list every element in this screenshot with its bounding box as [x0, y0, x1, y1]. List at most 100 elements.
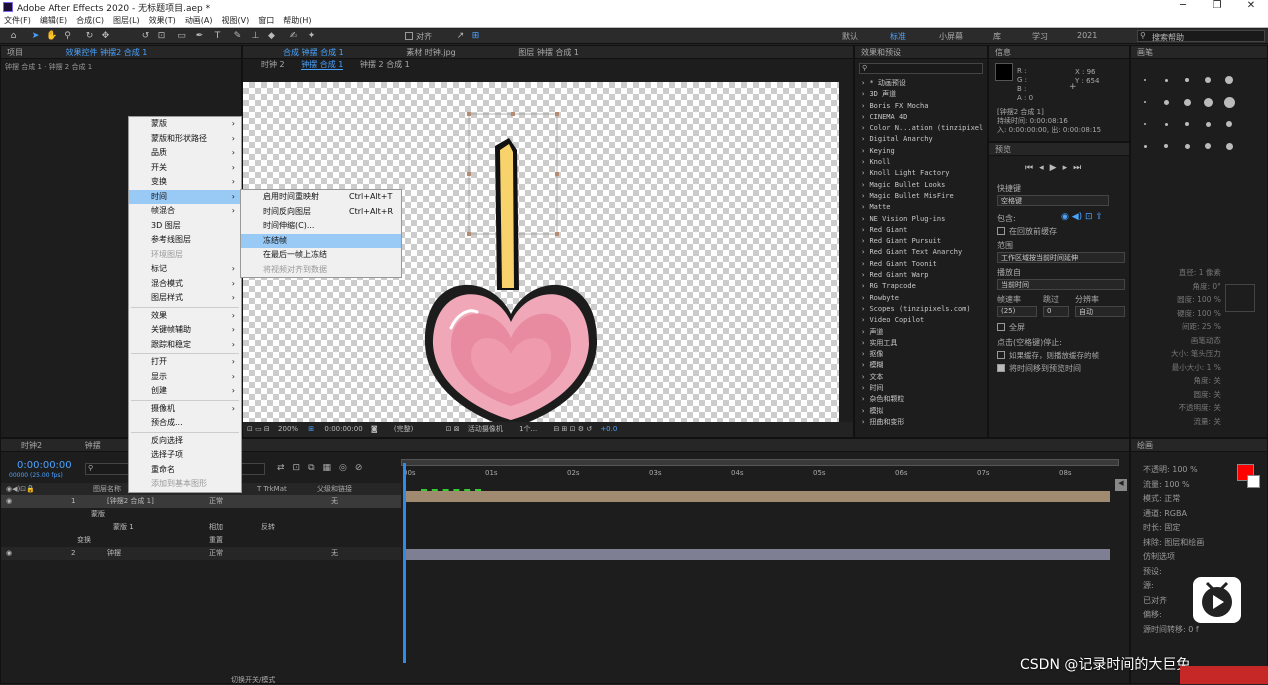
context-menu-item[interactable]: 跟踪和稳定 › — [129, 338, 241, 353]
workspace-standard[interactable]: 标准 — [890, 31, 906, 42]
rectangle-tool-icon[interactable]: ▭ — [176, 31, 187, 42]
context-menu-item[interactable]: 选择子项 — [129, 448, 241, 463]
effect-category-item[interactable]: › Red Giant — [855, 225, 987, 236]
brush-preset[interactable] — [1203, 97, 1213, 107]
effects-search-input[interactable]: ⚲ — [859, 63, 983, 74]
brush-preset[interactable] — [1184, 143, 1190, 149]
context-menu-item[interactable]: 预合成... — [129, 416, 241, 431]
tab-layer[interactable]: 图层 钟摆 合成 1 — [518, 48, 579, 57]
brush-preset[interactable] — [1185, 122, 1189, 126]
next-frame-icon[interactable]: ▸ — [1063, 163, 1074, 173]
snapshot-icon[interactable]: ⊡ ▭ ⊟ — [247, 425, 270, 433]
workspace-libraries[interactable]: 库 — [993, 31, 1001, 42]
views-select[interactable]: 1个... — [519, 425, 537, 433]
effect-category-item[interactable]: › * 动画预设 — [855, 78, 987, 89]
layer-name[interactable]: 钟摆 — [107, 547, 121, 560]
prev-frame-icon[interactable]: ◂ — [1039, 163, 1050, 173]
effect-category-item[interactable]: › Matte — [855, 202, 987, 213]
context-menu-item[interactable]: 标记 › — [129, 262, 241, 277]
subtab-pendulum2-comp[interactable]: 钟摆 2 合成 1 — [360, 60, 410, 69]
snap-options-icon[interactable]: ⊞ — [470, 31, 481, 42]
context-menu-item[interactable]: 重命名 — [129, 463, 241, 478]
eye-icon[interactable]: ◉ — [6, 547, 12, 560]
timeline-layer-row[interactable]: ◉ 1 [钟摆2 合成 1] 正常 无 — [1, 495, 401, 508]
pen-tool-icon[interactable]: ✒ — [194, 31, 205, 42]
zoom-tool-icon[interactable]: ⚲ — [62, 31, 73, 42]
layer-name[interactable]: 蒙版 1 — [113, 521, 134, 534]
hand-tool-icon[interactable]: ✋ — [46, 31, 57, 42]
exposure-value[interactable]: +0.0 — [600, 425, 617, 433]
eraser-tool-icon[interactable]: ◆ — [266, 31, 277, 42]
quality-select[interactable]: (完整) — [394, 425, 413, 433]
context-menu-item[interactable]: 变换 › — [129, 175, 241, 190]
layer-name[interactable]: 蒙版 — [91, 508, 105, 521]
move-time-checkbox[interactable] — [997, 364, 1005, 372]
brush-preset[interactable] — [1164, 144, 1168, 148]
context-menu-item[interactable]: 图层样式 › — [129, 291, 241, 306]
context-menu-item[interactable]: 参考线图层 — [129, 233, 241, 248]
effect-category-item[interactable]: › 声道 — [855, 327, 987, 338]
effect-category-item[interactable]: › Keying — [855, 146, 987, 157]
brush-preset[interactable] — [1205, 77, 1211, 83]
background-color-swatch[interactable] — [1247, 475, 1260, 488]
brush-preset[interactable] — [1205, 143, 1211, 149]
timeline-layer-row[interactable]: 蒙版 — [1, 508, 401, 521]
brush-preset[interactable] — [1225, 76, 1233, 84]
brush-preset[interactable] — [1163, 99, 1169, 105]
workspace-default[interactable]: 默认 — [842, 31, 858, 42]
effect-category-item[interactable]: › Magic Bullet Looks — [855, 180, 987, 191]
video-play-overlay-icon[interactable] — [1193, 577, 1241, 623]
effect-category-item[interactable]: › RG Trapcode — [855, 281, 987, 292]
play-icon[interactable]: ▶ — [1050, 163, 1063, 173]
resolution-select[interactable]: 自动 — [1075, 306, 1125, 317]
timeline-tab-pendulum[interactable]: 钟摆 — [85, 441, 101, 450]
brushes-panel-tab[interactable]: 画笔 — [1137, 48, 1153, 57]
orbit-tool-icon[interactable]: ↻ — [84, 31, 95, 42]
effect-category-item[interactable]: › CINEMA 4D — [855, 112, 987, 123]
brush-tool-icon[interactable]: ✎ — [232, 31, 243, 42]
brush-preset[interactable] — [1144, 123, 1146, 125]
puppet-tool-icon[interactable]: ✦ — [306, 31, 317, 42]
minimize-button[interactable]: ─ — [1166, 0, 1200, 11]
context-menu-item[interactable]: 3D 图层 — [129, 219, 241, 234]
view-options-icon[interactable]: ⊟ ⊞ ⊡ ⚙ ↺ — [553, 425, 592, 433]
tab-footage[interactable]: 素材 时钟.jpg — [406, 48, 455, 57]
snap-icon[interactable]: ↗ — [455, 31, 466, 42]
info-panel-tab[interactable]: 信息 — [995, 48, 1011, 57]
menu-animation[interactable]: 动画(A) — [185, 15, 213, 26]
brush-preset[interactable] — [1183, 98, 1191, 106]
timeline-layer-row[interactable]: 蒙版 1 相加 反转 — [1, 521, 401, 534]
context-menu-item[interactable]: 反向选择 — [129, 434, 241, 449]
submenu-item[interactable]: 在最后一帧上冻结 — [241, 248, 401, 263]
layer1-duration-bar[interactable] — [406, 491, 1110, 502]
effect-category-item[interactable]: › Knoll — [855, 157, 987, 168]
context-menu-item[interactable]: 蒙版和形状路径 › — [129, 132, 241, 147]
context-menu-item[interactable]: 开关 › — [129, 161, 241, 176]
workspace-small-screen[interactable]: 小屏幕 — [939, 31, 963, 42]
submenu-item[interactable]: 启用时间重映射 Ctrl+Alt+T — [241, 190, 401, 205]
tab-composition[interactable]: 合成 钟摆 合成 1 — [283, 48, 344, 57]
work-area-bar[interactable] — [401, 459, 1119, 466]
effect-category-item[interactable]: › 模糊 — [855, 360, 987, 371]
grid-icon[interactable]: ⊞ — [308, 425, 314, 433]
col-trkmat[interactable]: T TrkMat — [257, 483, 287, 495]
brush-preset[interactable] — [1144, 101, 1146, 103]
layer-mode[interactable]: 重置 — [209, 534, 223, 547]
col-parent[interactable]: 父级和链接 — [317, 483, 352, 495]
context-menu-item[interactable]: 创建 › — [129, 384, 241, 399]
range-select[interactable]: 工作区域按当前时间延伸 — [997, 252, 1125, 263]
context-menu-item[interactable]: 品质 › — [129, 146, 241, 161]
zoom-select[interactable]: 200% — [278, 425, 298, 433]
timeline-layer-row[interactable]: ◉ 2 钟摆 正常 无 — [1, 547, 401, 560]
camera-icon[interactable]: ◙ — [371, 425, 378, 433]
context-menu-item[interactable]: 关键帧辅助 › — [129, 323, 241, 338]
tab-effect-controls[interactable]: 效果控件 钟摆2 合成 1 — [66, 48, 148, 57]
workspace-2021[interactable]: 2021 — [1077, 31, 1097, 40]
menu-help[interactable]: 帮助(H) — [283, 15, 311, 26]
context-menu-item[interactable]: 混合模式 › — [129, 277, 241, 292]
col-layer-name[interactable]: 图层名称 — [93, 483, 121, 495]
menu-edit[interactable]: 编辑(E) — [40, 15, 67, 26]
fullscreen-checkbox[interactable] — [997, 323, 1005, 331]
layer-parent[interactable]: 无 — [331, 547, 338, 560]
effect-category-item[interactable]: › 实用工具 — [855, 338, 987, 349]
